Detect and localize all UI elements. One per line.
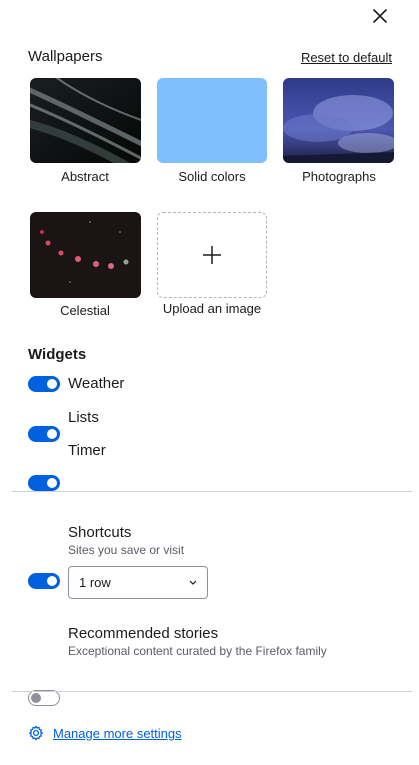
close-icon — [373, 9, 387, 23]
weather-toggle[interactable] — [28, 376, 60, 392]
upload-image-button[interactable] — [157, 212, 267, 298]
close-button[interactable] — [368, 4, 392, 28]
settings-gear-icon — [28, 725, 44, 741]
chevron-down-icon — [189, 580, 197, 585]
shortcut-rows-select[interactable]: 1 row — [68, 566, 208, 599]
reset-to-default-link[interactable]: Reset to default — [301, 50, 392, 65]
wallpaper-tile-solid-colors[interactable] — [157, 78, 267, 163]
celestial-wallpaper-image — [30, 212, 141, 298]
recommended-stories-label: Recommended stories — [68, 625, 219, 642]
timer-toggle[interactable] — [28, 475, 60, 491]
shortcuts-description: Sites you save or visit — [68, 543, 185, 557]
tile-label-solid-colors: Solid colors — [178, 169, 246, 184]
tile-label-upload: Upload an image — [162, 301, 262, 316]
abstract-wallpaper-image — [30, 78, 141, 163]
shortcuts-toggle[interactable] — [28, 573, 60, 589]
photographs-wallpaper-image — [283, 78, 394, 163]
plus-icon — [203, 246, 221, 264]
timer-label: Timer — [68, 442, 106, 459]
wallpaper-tile-abstract[interactable] — [30, 78, 141, 163]
shortcuts-label: Shortcuts — [68, 524, 132, 541]
wallpaper-tile-photographs[interactable] — [283, 78, 394, 163]
tile-label-abstract: Abstract — [61, 169, 109, 184]
divider — [12, 691, 412, 692]
tile-label-photographs: Photographs — [302, 169, 376, 184]
wallpaper-tile-celestial[interactable] — [30, 212, 141, 298]
gear-icon — [29, 725, 43, 741]
lists-label: Lists — [68, 409, 99, 426]
manage-more-settings-link[interactable]: Manage more settings — [53, 726, 182, 741]
wallpapers-title: Wallpapers — [28, 48, 103, 65]
recommended-stories-description: Exceptional content curated by the Firef… — [68, 644, 327, 658]
shortcut-rows-value: 1 row — [79, 575, 111, 590]
tile-label-celestial: Celestial — [60, 303, 110, 318]
widgets-title: Widgets — [28, 346, 87, 363]
weather-label: Weather — [68, 375, 125, 392]
lists-toggle[interactable] — [28, 426, 60, 442]
recommended-stories-toggle[interactable] — [28, 690, 60, 706]
divider — [12, 491, 412, 492]
